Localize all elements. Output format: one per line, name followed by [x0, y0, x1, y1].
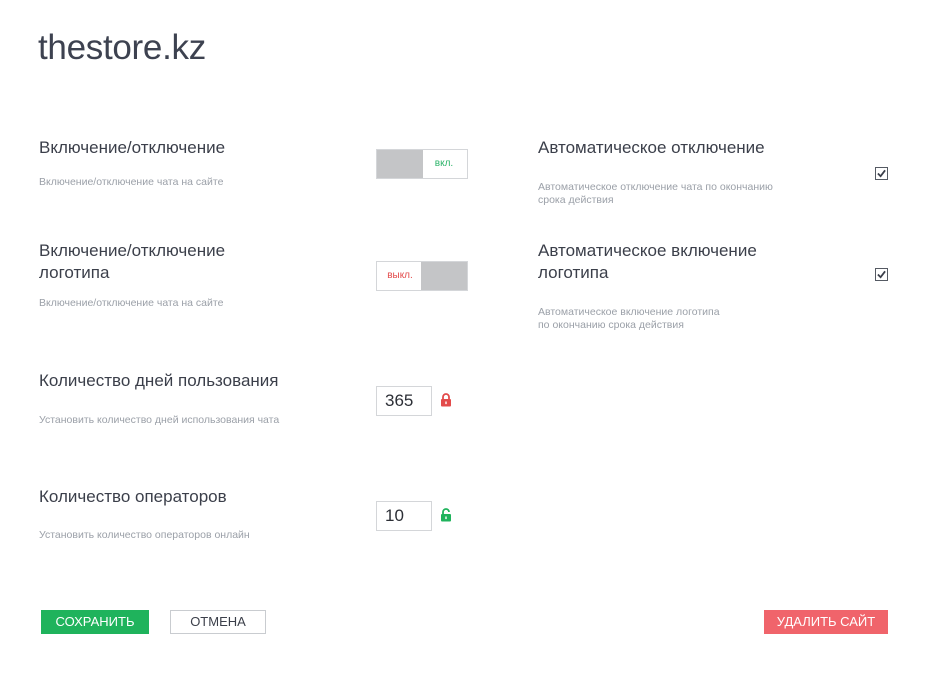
- logo-toggle-description: Включение/отключение чата на сайте: [39, 297, 224, 309]
- checkmark-icon: [877, 270, 886, 279]
- days-title: Количество дней пользования: [39, 371, 279, 390]
- lock-open-icon[interactable]: [440, 508, 452, 522]
- operators-input[interactable]: [376, 501, 432, 531]
- chat-toggle-description: Включение/отключение чата на сайте: [39, 176, 224, 188]
- auto-logo-description-line1: Автоматическое включение логотипа: [538, 306, 720, 318]
- auto-disable-description-line2: срока действия: [538, 194, 614, 206]
- save-button[interactable]: СОХРАНИТЬ: [41, 610, 149, 634]
- toggle-knob: [377, 150, 423, 178]
- logo-toggle-title-line1: Включение/отключение: [39, 241, 226, 260]
- logo-toggle-title-line2: логотипа: [39, 263, 110, 282]
- toggle-state-label: вкл.: [434, 158, 454, 169]
- auto-disable-description: Автоматическое отключение чата по оконча…: [538, 181, 773, 207]
- logo-toggle-title: Включение/отключение логотипа: [39, 240, 225, 284]
- operators-description: Установить количество операторов онлайн: [39, 529, 250, 541]
- auto-logo-title-line1: Автоматическое включение: [538, 241, 757, 260]
- auto-disable-checkbox[interactable]: [875, 167, 888, 180]
- delete-site-button[interactable]: УДАЛИТЬ САЙТ: [764, 610, 888, 634]
- auto-logo-title: Автоматическое включение логотипа: [538, 240, 757, 284]
- lock-closed-icon[interactable]: [440, 393, 452, 407]
- days-input[interactable]: [376, 386, 432, 416]
- auto-logo-description: Автоматическое включение логотипа по око…: [538, 306, 720, 332]
- toggle-knob: [421, 262, 467, 290]
- page-title: thestore.kz: [38, 28, 206, 67]
- cancel-button[interactable]: ОТМЕНА: [170, 610, 266, 634]
- site-settings-page: thestore.kz Включение/отключение Включен…: [0, 0, 930, 676]
- checkmark-icon: [877, 169, 886, 178]
- auto-logo-title-line2: логотипа: [538, 263, 609, 282]
- chat-enable-toggle[interactable]: вкл.: [376, 149, 468, 179]
- operators-title: Количество операторов: [39, 487, 227, 506]
- auto-logo-description-line2: по окончанию срока действия: [538, 319, 684, 331]
- chat-toggle-title: Включение/отключение: [39, 138, 226, 157]
- auto-disable-description-line1: Автоматическое отключение чата по оконча…: [538, 181, 773, 193]
- days-description: Установить количество дней использования…: [39, 414, 280, 426]
- auto-logo-checkbox[interactable]: [875, 268, 888, 281]
- lock-open-icon-svg: [441, 508, 451, 522]
- auto-disable-title: Автоматическое отключение: [538, 138, 765, 157]
- lock-closed-icon-svg: [441, 393, 451, 407]
- toggle-state-label: выкл.: [387, 270, 413, 281]
- logo-enable-toggle[interactable]: выкл.: [376, 261, 468, 291]
